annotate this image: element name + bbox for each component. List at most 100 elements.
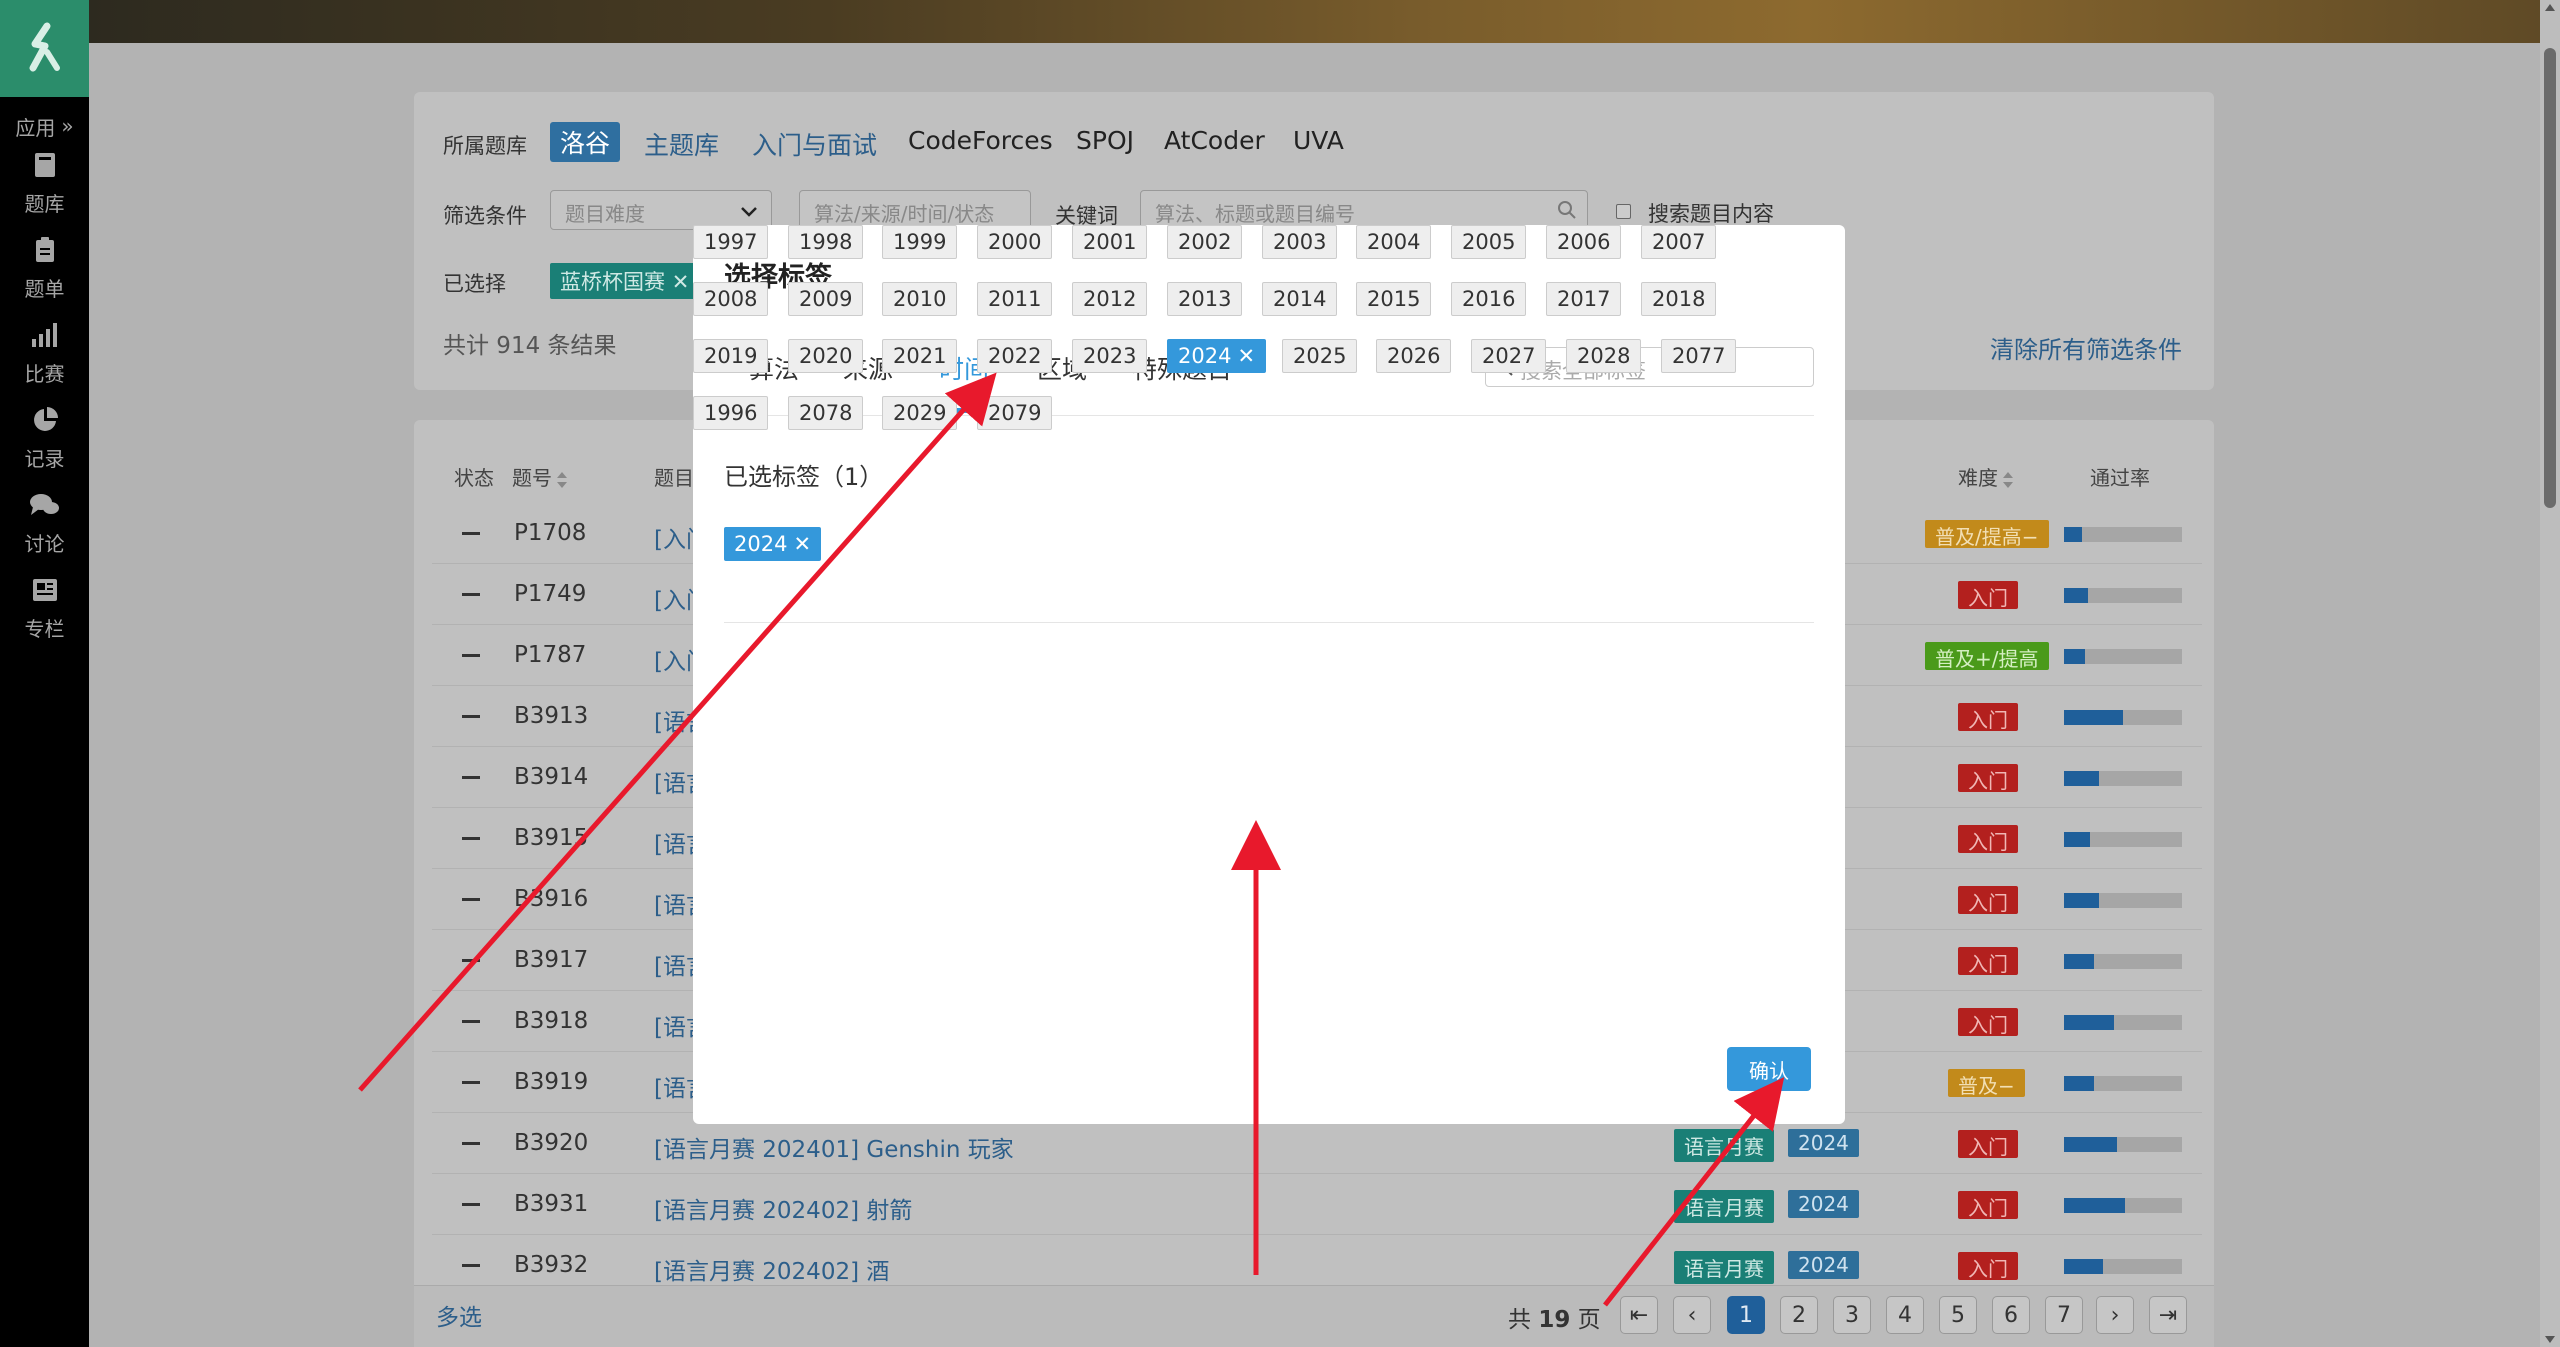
problem-id[interactable]: P1787 xyxy=(514,642,586,668)
year-tag-2079[interactable]: 2079 xyxy=(977,396,1053,430)
problem-id[interactable]: P1708 xyxy=(514,520,586,546)
problem-id[interactable]: B3917 xyxy=(514,947,588,973)
year-tag-1999[interactable]: 1999 xyxy=(882,225,958,259)
year-tag-2017[interactable]: 2017 xyxy=(1546,282,1622,316)
db-tab-5[interactable]: AtCoder xyxy=(1164,126,1265,155)
source-tag[interactable]: 语言月赛 xyxy=(1674,1129,1774,1162)
problem-id[interactable]: B3918 xyxy=(514,1008,588,1034)
problem-title[interactable]: [语言月赛 202401] Genshin 玩家 xyxy=(654,1130,1014,1164)
year-tag-2014[interactable]: 2014 xyxy=(1262,282,1338,316)
year-tag-2007[interactable]: 2007 xyxy=(1641,225,1717,259)
year-tag-2077[interactable]: 2077 xyxy=(1661,339,1737,373)
year-tag-2029[interactable]: 2029 xyxy=(882,396,958,430)
page-button-3[interactable]: 3 xyxy=(1833,1296,1871,1334)
page-button-6[interactable]: 6 xyxy=(1992,1296,2030,1334)
db-tab-6[interactable]: UVA xyxy=(1293,126,1344,155)
problem-id[interactable]: B3916 xyxy=(514,886,588,912)
year-tag-2025[interactable]: 2025 xyxy=(1282,339,1358,373)
year-tag-2012[interactable]: 2012 xyxy=(1072,282,1148,316)
year-tag-2024[interactable]: 2024 ✕ xyxy=(1167,339,1267,373)
year-tag-1998[interactable]: 1998 xyxy=(788,225,864,259)
page-button-7[interactable]: 7 xyxy=(2045,1296,2083,1334)
year-tag-2010[interactable]: 2010 xyxy=(882,282,958,316)
db-tab-2[interactable]: 入门与面试 xyxy=(752,126,877,162)
db-tab-1[interactable]: 主题库 xyxy=(644,126,719,162)
scroll-thumb[interactable] xyxy=(2544,48,2556,508)
year-tag-2011[interactable]: 2011 xyxy=(977,282,1053,316)
scroll-up-icon[interactable] xyxy=(2545,4,2555,11)
problem-id[interactable]: B3913 xyxy=(514,703,588,729)
problem-id[interactable]: B3932 xyxy=(514,1252,588,1278)
apps-toggle[interactable]: 应用 » xyxy=(0,111,89,141)
year-tag-2001[interactable]: 2001 xyxy=(1072,225,1148,259)
year-tag-2078[interactable]: 2078 xyxy=(788,396,864,430)
keyword-input[interactable]: 算法、标题或题目编号 xyxy=(1140,190,1588,230)
year-tag-2005[interactable]: 2005 xyxy=(1451,225,1527,259)
problem-id[interactable]: B3919 xyxy=(514,1069,588,1095)
year-tag-2006[interactable]: 2006 xyxy=(1546,225,1622,259)
page-button-5[interactable]: 5 xyxy=(1939,1296,1977,1334)
year-tag-2013[interactable]: 2013 xyxy=(1167,282,1243,316)
col-pid[interactable]: 题号 xyxy=(512,462,568,491)
confirm-button[interactable]: 确认 xyxy=(1727,1047,1811,1091)
prev-page-button[interactable]: ‹ xyxy=(1673,1296,1711,1334)
selected-filter-chip[interactable]: 蓝桥杯国赛 ✕ xyxy=(550,263,700,299)
source-tag[interactable]: 语言月赛 xyxy=(1674,1190,1774,1223)
year-tag-2018[interactable]: 2018 xyxy=(1641,282,1717,316)
year-tag-2004[interactable]: 2004 xyxy=(1356,225,1432,259)
year-tag-2021[interactable]: 2021 xyxy=(882,339,958,373)
multi-select-link[interactable]: 多选 xyxy=(436,1298,482,1332)
scroll-down-icon[interactable] xyxy=(2545,1336,2555,1343)
col-difficulty[interactable]: 难度 xyxy=(1958,462,2014,491)
year-tag[interactable]: 2024 xyxy=(1788,1251,1859,1279)
year-tag-2002[interactable]: 2002 xyxy=(1167,225,1243,259)
luogu-logo[interactable] xyxy=(0,0,89,97)
search-icon[interactable] xyxy=(1557,200,1577,220)
year-tag-2020[interactable]: 2020 xyxy=(788,339,864,373)
page-button-4[interactable]: 4 xyxy=(1886,1296,1924,1334)
year-tag-2026[interactable]: 2026 xyxy=(1376,339,1452,373)
sidebar-item-0[interactable]: 题库 xyxy=(0,141,89,226)
selected-tag[interactable]: 2024 ✕ xyxy=(724,527,822,561)
clear-filters-link[interactable]: 清除所有筛选条件 xyxy=(1990,330,2182,365)
difficulty-select[interactable]: 题目难度 xyxy=(550,190,772,230)
problem-id[interactable]: B3914 xyxy=(514,764,588,790)
year-tag-2015[interactable]: 2015 xyxy=(1356,282,1432,316)
page-button-1[interactable]: 1 xyxy=(1727,1296,1765,1334)
db-tab-3[interactable]: CodeForces xyxy=(908,126,1053,155)
table-row[interactable]: B3931 [语言月赛 202402] 射箭 语言月赛 2024 入门 xyxy=(432,1174,2202,1235)
close-icon[interactable]: ✕ xyxy=(672,270,690,294)
year-tag-1997[interactable]: 1997 xyxy=(693,225,769,259)
page-scrollbar[interactable] xyxy=(2540,0,2560,1347)
db-tab-0[interactable]: 洛谷 xyxy=(550,122,621,162)
search-content-checkbox[interactable] xyxy=(1616,204,1631,219)
year-tag-2003[interactable]: 2003 xyxy=(1262,225,1338,259)
last-page-button[interactable]: ⇥ xyxy=(2149,1296,2187,1334)
year-tag[interactable]: 2024 xyxy=(1788,1190,1859,1218)
sidebar-item-5[interactable]: 专栏 xyxy=(0,566,89,651)
year-tag-2009[interactable]: 2009 xyxy=(788,282,864,316)
year-tag[interactable]: 2024 xyxy=(1788,1129,1859,1157)
algo-source-time-input[interactable]: 算法/来源/时间/状态 xyxy=(799,190,1031,230)
year-tag-2023[interactable]: 2023 xyxy=(1072,339,1148,373)
year-tag-1996[interactable]: 1996 xyxy=(693,396,769,430)
sidebar-item-1[interactable]: 题单 xyxy=(0,226,89,311)
problem-id[interactable]: B3915 xyxy=(514,825,588,851)
problem-title[interactable]: [语言月赛 202402] 射箭 xyxy=(654,1191,912,1225)
year-tag-2019[interactable]: 2019 xyxy=(693,339,769,373)
year-tag-2027[interactable]: 2027 xyxy=(1471,339,1547,373)
sidebar-item-3[interactable]: 记录 xyxy=(0,396,89,481)
year-tag-2016[interactable]: 2016 xyxy=(1451,282,1527,316)
close-icon[interactable]: ✕ xyxy=(1237,344,1255,368)
problem-id[interactable]: B3931 xyxy=(514,1191,588,1217)
year-tag-2008[interactable]: 2008 xyxy=(693,282,769,316)
problem-title[interactable]: [语言月赛 202402] 酒 xyxy=(654,1252,889,1286)
db-tab-4[interactable]: SPOJ xyxy=(1076,126,1134,155)
problem-id[interactable]: P1749 xyxy=(514,581,586,607)
source-tag[interactable]: 语言月赛 xyxy=(1674,1251,1774,1284)
sidebar-item-4[interactable]: 讨论 xyxy=(0,481,89,566)
close-icon[interactable]: ✕ xyxy=(793,532,811,556)
year-tag-2022[interactable]: 2022 xyxy=(977,339,1053,373)
next-page-button[interactable]: › xyxy=(2096,1296,2134,1334)
year-tag-2000[interactable]: 2000 xyxy=(977,225,1053,259)
